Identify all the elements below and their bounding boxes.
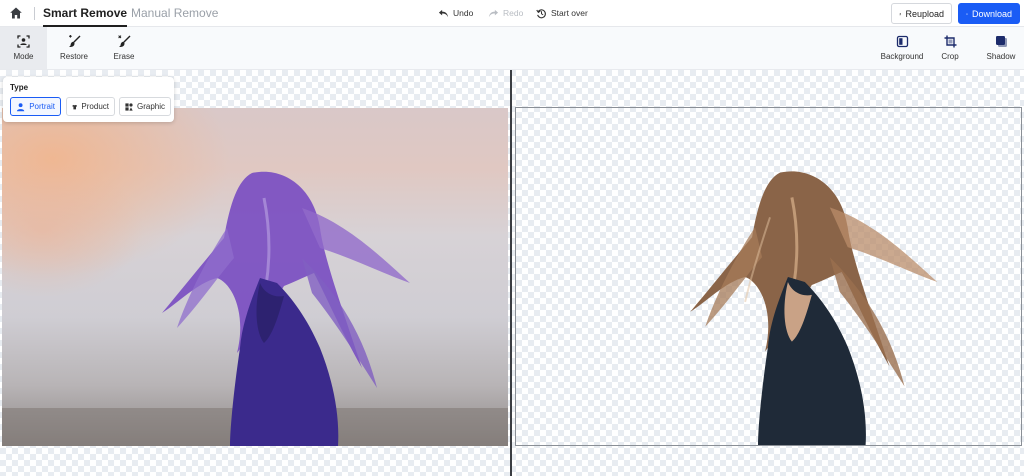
type-panel-title: Type <box>10 83 29 92</box>
download-label: Download <box>971 8 1012 19</box>
tab-smart-remove[interactable]: Smart Remove <box>43 6 128 27</box>
background-icon <box>896 35 908 48</box>
shadow-label: Shadow <box>986 52 1016 61</box>
home-icon[interactable] <box>9 6 23 20</box>
shadow-tool[interactable]: Shadow <box>984 27 1018 69</box>
shapes-icon <box>125 102 133 111</box>
reupload-button[interactable]: Reupload <box>891 3 952 24</box>
erase-label: Erase <box>113 52 135 61</box>
start-over-label: Start over <box>551 8 588 18</box>
redo-label: Redo <box>503 8 524 18</box>
start-over-button[interactable]: Start over <box>536 7 588 19</box>
undo-label: Undo <box>453 8 474 18</box>
history-icon <box>536 8 546 18</box>
restore-tool[interactable]: Restore <box>55 27 93 69</box>
shadow-icon <box>995 36 1007 47</box>
type-option-product[interactable]: Product <box>66 97 115 116</box>
result-image <box>515 107 1022 446</box>
shirt-icon <box>72 104 78 109</box>
upload-icon <box>899 12 902 15</box>
crop-label: Crop <box>941 52 959 61</box>
download-button[interactable]: Download <box>958 3 1020 24</box>
restore-brush-icon <box>68 35 80 47</box>
mode-label: Mode <box>13 52 34 61</box>
portrait-label: Portrait <box>29 102 55 111</box>
mode-icon <box>17 35 30 48</box>
download-icon <box>966 12 968 15</box>
redo-button[interactable]: Redo <box>488 7 523 19</box>
top-bar: Smart Remove Manual Remove Undo Redo Sta… <box>0 0 1024 27</box>
mode-tool[interactable]: Mode <box>0 27 47 69</box>
type-panel: Type Portrait Product Graphic <box>3 77 174 122</box>
type-option-portrait[interactable]: Portrait <box>10 97 61 116</box>
header-divider <box>34 7 35 20</box>
edit-toolbar: Mode Restore Erase Background Crop Shado… <box>0 27 1024 70</box>
original-image <box>2 108 508 446</box>
product-label: Product <box>81 102 109 111</box>
undo-icon <box>438 9 449 17</box>
background-label: Background <box>880 52 924 61</box>
crop-tool[interactable]: Crop <box>936 27 964 69</box>
background-tool[interactable]: Background <box>878 27 926 69</box>
compare-splitter-handle[interactable] <box>510 70 512 476</box>
reupload-label: Reupload <box>905 8 944 19</box>
person-icon <box>16 102 25 111</box>
erase-brush-icon <box>117 35 130 47</box>
type-option-graphic[interactable]: Graphic <box>119 97 171 116</box>
crop-icon <box>944 35 956 48</box>
erase-tool[interactable]: Erase <box>106 27 142 69</box>
undo-button[interactable]: Undo <box>438 7 473 19</box>
graphic-label: Graphic <box>136 102 165 111</box>
restore-label: Restore <box>59 52 88 61</box>
redo-icon <box>488 9 499 17</box>
tab-manual-remove[interactable]: Manual Remove <box>131 6 218 21</box>
